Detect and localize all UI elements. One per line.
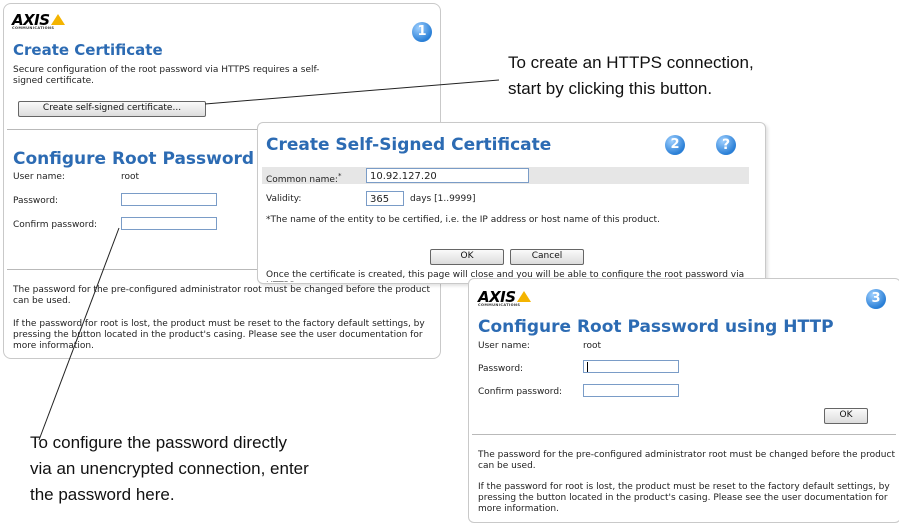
direct-password-annotation: To configure the password directly via a… <box>30 433 309 504</box>
https-callout-line <box>204 79 500 105</box>
direct-callout-line <box>38 227 120 441</box>
https-annotation: To create an HTTPS connection, start by … <box>508 53 754 98</box>
